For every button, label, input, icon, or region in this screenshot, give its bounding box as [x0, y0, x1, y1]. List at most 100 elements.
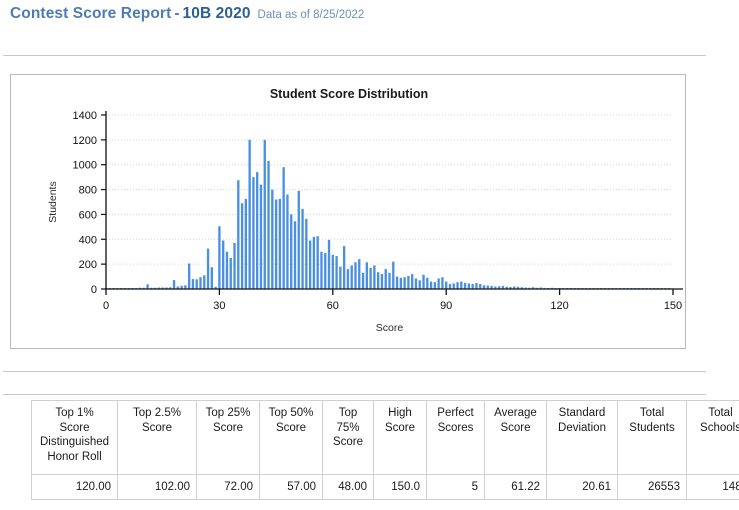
histogram-bar [343, 246, 345, 289]
histogram-bar [279, 199, 281, 289]
table-cell-value: 61.22 [485, 475, 547, 500]
histogram-bar [430, 282, 432, 289]
table-cell-value: 5 [427, 475, 485, 500]
table-header-cell: HighScore [374, 401, 427, 475]
histogram-bar [339, 267, 341, 289]
histogram-bar [260, 185, 262, 289]
histogram-bar [294, 221, 296, 289]
histogram-bar [373, 265, 375, 289]
y-axis-tick-label: 800 [79, 185, 97, 197]
y-axis-tick-label: 1200 [73, 135, 97, 147]
table-header-cell: Top 1%ScoreDistinguishedHonor Roll [32, 401, 118, 475]
divider-middle [3, 371, 706, 372]
histogram-bar [392, 262, 394, 289]
x-axis-tick-label: 150 [664, 300, 682, 312]
histogram-bar [230, 258, 232, 289]
table-header-cell: StandardDeviation [547, 401, 618, 475]
table-cell-value: 102.00 [118, 475, 197, 500]
histogram-bar [173, 280, 175, 289]
histogram-bar [445, 282, 447, 289]
histogram-bar [264, 140, 266, 289]
histogram-bar [275, 200, 277, 289]
histogram-bar [403, 277, 405, 289]
histogram-bar [286, 195, 288, 289]
histogram-bar [362, 273, 364, 289]
histogram-bar [226, 252, 228, 289]
histogram-bar [422, 275, 424, 289]
histogram-bar [324, 253, 326, 289]
histogram-bar [271, 190, 273, 289]
histogram-bar [468, 283, 470, 289]
histogram-bar [456, 282, 458, 289]
y-axis-title: Students [47, 181, 59, 222]
histogram-bar [453, 283, 455, 289]
x-axis-tick-label: 0 [103, 300, 109, 312]
histogram-bar [437, 278, 439, 289]
histogram-bar [335, 256, 337, 289]
histogram-bar [441, 277, 443, 289]
histogram-bar [290, 214, 292, 289]
histogram-bar [460, 282, 462, 289]
histogram-bar [415, 278, 417, 289]
table-header-cell: TotalSchools [687, 401, 739, 475]
histogram-bar [351, 265, 353, 289]
histogram-bar [256, 172, 258, 289]
table-cell-spacer [17, 475, 32, 500]
histogram-bar [233, 243, 235, 289]
histogram-bar [282, 167, 284, 289]
table-header-cell: Top 2.5%Score [118, 401, 197, 475]
histogram-bar [192, 279, 194, 289]
table-header-cell: TotalStudents [618, 401, 687, 475]
y-axis-tick-label: 200 [79, 259, 97, 271]
histogram-bar [449, 284, 451, 289]
table-header-cell: PerfectScores [427, 401, 485, 475]
histogram-bar [218, 226, 220, 289]
table-header-cell: Top75%Score [323, 401, 374, 475]
histogram-bar [419, 280, 421, 289]
histogram-bar [309, 241, 311, 289]
x-axis-tick-label: 30 [213, 300, 225, 312]
histogram-bar [332, 255, 334, 289]
histogram-bar [301, 209, 303, 289]
histogram-bar [328, 240, 330, 289]
table-row: 120.00102.0072.0057.0048.00150.0561.2220… [17, 475, 739, 500]
table-cell-value: 120.00 [32, 475, 118, 500]
y-axis-tick-label: 1000 [73, 160, 97, 172]
histogram-bar [313, 237, 315, 289]
y-axis-tick-label: 0 [91, 284, 97, 296]
table-header-cell: AverageScore [485, 401, 547, 475]
histogram-bar [396, 277, 398, 289]
histogram-bar [388, 273, 390, 289]
page-header: Contest Score Report-10B 2020Data as of … [10, 5, 730, 31]
histogram-bar [317, 236, 319, 289]
data-as-of-label: Data as of 8/25/2022 [251, 9, 365, 21]
histogram-bar [199, 277, 201, 289]
histogram-bar [471, 284, 473, 289]
table-header-row: Top 1%ScoreDistinguishedHonor RollTop 2.… [17, 401, 739, 475]
histogram-bar [369, 268, 371, 289]
y-axis-tick-label: 600 [79, 209, 97, 221]
histogram-bar [400, 278, 402, 289]
table-cell-value: 26553 [618, 475, 687, 500]
table-header-cell: Top 50%Score [260, 401, 323, 475]
histogram-bar [354, 262, 356, 289]
table-cell-value: 48.00 [323, 475, 374, 500]
divider-above-table [3, 394, 706, 395]
histogram-bar [358, 259, 360, 289]
histogram-bar [252, 177, 254, 289]
histogram-bar [196, 279, 198, 289]
histogram-bar [475, 283, 477, 289]
histogram-bar [146, 284, 148, 289]
histogram-bar [267, 161, 269, 289]
title-separator: - [171, 5, 182, 22]
table-header-cell: Top 25%Score [197, 401, 260, 475]
x-axis-title: Score [376, 322, 404, 334]
table-cell-value: 20.61 [547, 475, 618, 500]
statistics-table-container: Top 1%ScoreDistinguishedHonor RollTop 2.… [17, 400, 711, 500]
student-score-distribution-chart: 02004006008001000120014000306090120150Sc… [11, 75, 687, 350]
table-cell-value: 72.00 [197, 475, 260, 500]
y-axis-tick-label: 400 [79, 234, 97, 246]
contest-name: 10B 2020 [183, 5, 251, 22]
histogram-bar [203, 275, 205, 289]
divider-top [3, 55, 706, 56]
